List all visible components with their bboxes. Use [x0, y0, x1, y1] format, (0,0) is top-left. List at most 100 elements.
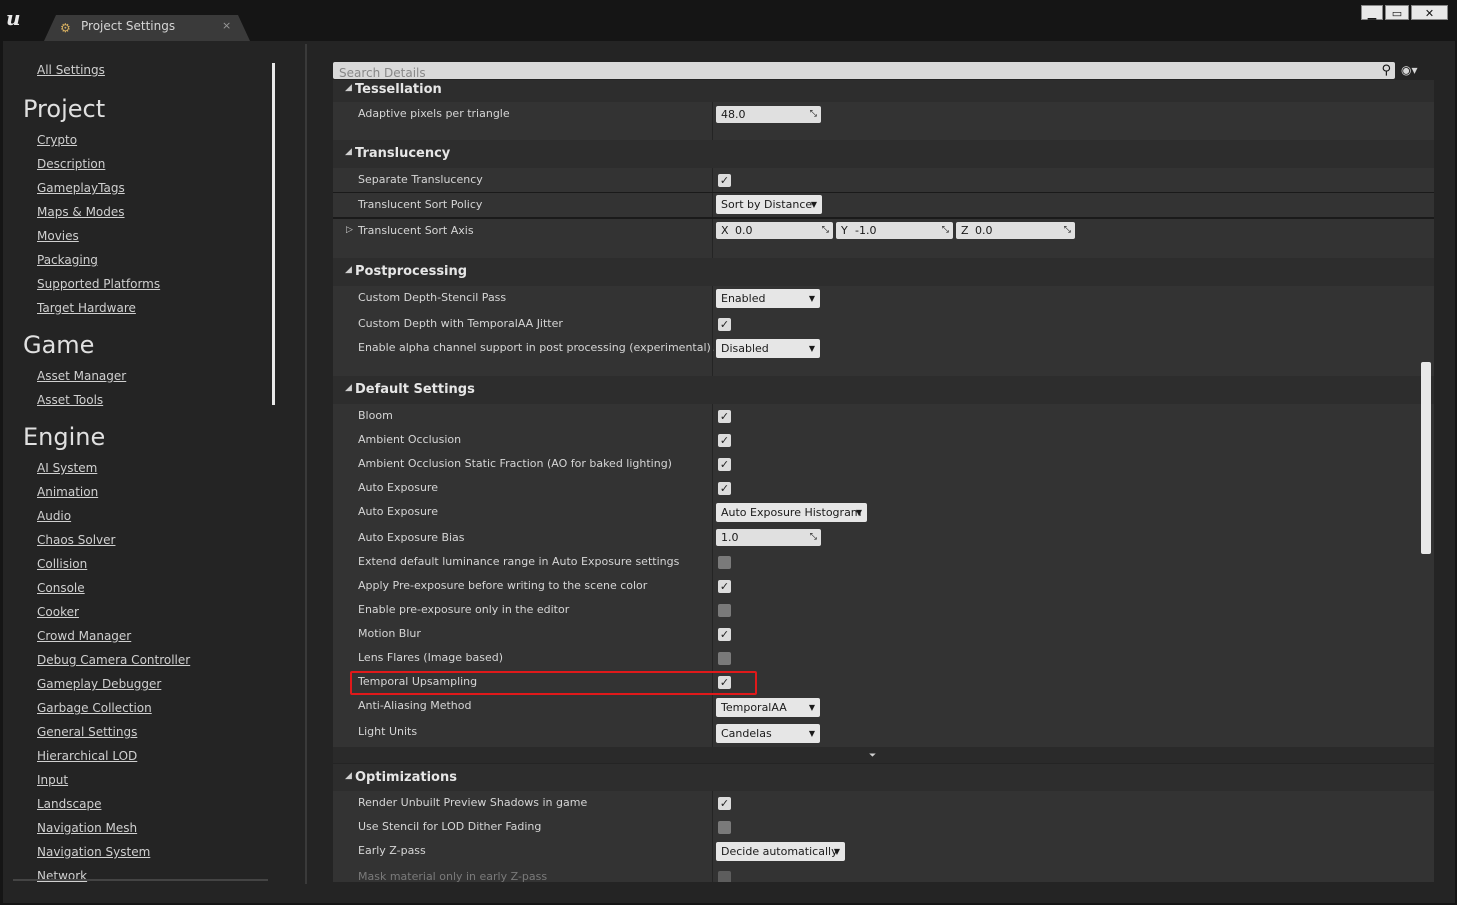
pre-exposure-checkbox[interactable]: ✓: [718, 580, 731, 593]
view-options-eye-icon[interactable]: ◉▾: [1401, 63, 1418, 77]
sidebar-item-gameplaytags[interactable]: GameplayTags: [37, 181, 125, 195]
row-label: Auto Exposure: [358, 505, 438, 518]
custom-depth-stencil-dropdown[interactable]: Enabled ▼: [716, 289, 820, 308]
sidebar-item-asset-manager[interactable]: Asset Manager: [37, 369, 126, 383]
lens-flares-checkbox[interactable]: [718, 652, 731, 665]
row-auto-exposure-method: Auto Exposure Auto Exposure Histogram ▼: [333, 500, 1434, 526]
sidebar-item-asset-tools[interactable]: Asset Tools: [37, 393, 103, 407]
category-translucency[interactable]: ◢ Translucency: [333, 140, 1434, 168]
row-spacer: [333, 362, 1434, 376]
column-divider: [712, 312, 713, 336]
sidebar-item-landscape[interactable]: Landscape: [37, 797, 101, 811]
render-unbuilt-checkbox[interactable]: ✓: [718, 797, 731, 810]
drag-handle-icon[interactable]: ⤡: [942, 222, 949, 239]
column-divider: [712, 550, 713, 574]
category-label: Translucency: [355, 146, 451, 161]
mask-material-checkbox[interactable]: [718, 871, 731, 882]
sidebar-item-supported-platforms[interactable]: Supported Platforms: [37, 277, 160, 291]
sidebar-item-input[interactable]: Input: [37, 773, 68, 787]
sidebar-item-gameplay-debugger[interactable]: Gameplay Debugger: [37, 677, 161, 691]
separate-translucency-checkbox[interactable]: ✓: [718, 174, 731, 187]
sidebar-item-chaos-solver[interactable]: Chaos Solver: [37, 533, 115, 547]
show-advanced-icon[interactable]: ⏷: [869, 751, 876, 761]
stencil-lod-checkbox[interactable]: [718, 821, 731, 834]
ao-static-fraction-checkbox[interactable]: ✓: [718, 458, 731, 471]
sidebar-item-debug-camera-controller[interactable]: Debug Camera Controller: [37, 653, 190, 667]
close-window-button[interactable]: ✕: [1411, 5, 1448, 20]
field-value: 48.0: [721, 108, 746, 121]
translucent-sort-policy-dropdown[interactable]: Sort by Distance ▼: [716, 195, 822, 214]
anti-aliasing-dropdown[interactable]: TemporalAA ▼: [716, 698, 820, 717]
advanced-toggle-row[interactable]: [333, 747, 1434, 763]
sort-axis-z-field[interactable]: Z 0.0 ⤡: [956, 222, 1075, 239]
sidebar-item-console[interactable]: Console: [37, 581, 85, 595]
row-ao-static-fraction: Ambient Occlusion Static Fraction (AO fo…: [333, 452, 1434, 476]
bloom-checkbox[interactable]: ✓: [718, 410, 731, 423]
row-label: Early Z-pass: [358, 844, 426, 857]
drag-handle-icon[interactable]: ⤡: [810, 106, 817, 123]
sidebar-item-collision[interactable]: Collision: [37, 557, 87, 571]
sidebar-item-ai-system[interactable]: AI System: [37, 461, 97, 475]
category-default-settings[interactable]: ◢ Default Settings: [333, 376, 1434, 404]
column-divider: [712, 694, 713, 720]
sidebar-item-crowd-manager[interactable]: Crowd Manager: [37, 629, 131, 643]
motion-blur-checkbox[interactable]: ✓: [718, 628, 731, 641]
drag-handle-icon[interactable]: ⤡: [1064, 222, 1071, 239]
row-translucent-sort-policy: Translucent Sort Policy Sort by Distance…: [333, 193, 1434, 217]
search-input[interactable]: [333, 64, 1373, 82]
auto-exposure-method-dropdown[interactable]: Auto Exposure Histogram ▼: [716, 503, 867, 522]
title-bar: u ⚙ Project Settings × ▁ ▭ ✕: [0, 0, 1457, 41]
sidebar-item-description[interactable]: Description: [37, 157, 105, 171]
row-extend-luminance: Extend default luminance range in Auto E…: [333, 550, 1434, 574]
sidebar-item-garbage-collection[interactable]: Garbage Collection: [37, 701, 152, 715]
adaptive-pixels-field[interactable]: 48.0 ⤡: [716, 106, 821, 123]
sidebar-item-hierarchical-lod[interactable]: Hierarchical LOD: [37, 749, 137, 763]
sidebar-scrollbar[interactable]: [272, 63, 275, 405]
row-label: Auto Exposure Bias: [358, 531, 465, 544]
minimize-button[interactable]: ▁: [1361, 5, 1383, 20]
expand-arrow-icon[interactable]: ▷: [346, 225, 353, 235]
auto-exposure-checkbox[interactable]: ✓: [718, 482, 731, 495]
pre-exposure-editor-checkbox[interactable]: [718, 604, 731, 617]
sidebar-item-all-settings[interactable]: All Settings: [37, 63, 105, 77]
category-optimizations[interactable]: ◢ Optimizations: [333, 764, 1434, 792]
panel-splitter[interactable]: [305, 44, 307, 884]
sidebar-item-movies[interactable]: Movies: [37, 229, 79, 243]
sidebar-item-maps-modes[interactable]: Maps & Modes: [37, 205, 125, 219]
sidebar-item-animation[interactable]: Animation: [37, 485, 98, 499]
sidebar-item-target-hardware[interactable]: Target Hardware: [37, 301, 136, 315]
sidebar-item-packaging[interactable]: Packaging: [37, 253, 98, 267]
sidebar-item-crypto[interactable]: Crypto: [37, 133, 77, 147]
column-divider: [712, 720, 713, 747]
row-label: Translucent Sort Policy: [358, 198, 483, 211]
extend-luminance-checkbox[interactable]: [718, 556, 731, 569]
drag-handle-icon[interactable]: ⤡: [822, 222, 829, 239]
sidebar-item-navigation-mesh[interactable]: Navigation Mesh: [37, 821, 137, 835]
early-zpass-dropdown[interactable]: Decide automatically ▼: [716, 842, 845, 861]
category-tessellation[interactable]: ◢ Tessellation: [333, 80, 1434, 104]
ambient-occlusion-checkbox[interactable]: ✓: [718, 434, 731, 447]
row-label: Bloom: [358, 409, 393, 422]
light-units-dropdown[interactable]: Candelas ▼: [716, 724, 820, 743]
drag-handle-icon[interactable]: ⤡: [810, 529, 817, 546]
sidebar-item-general-settings[interactable]: General Settings: [37, 725, 137, 739]
row-auto-exposure: Auto Exposure ✓: [333, 476, 1434, 500]
maximize-button[interactable]: ▭: [1385, 5, 1409, 20]
sidebar-item-navigation-system[interactable]: Navigation System: [37, 845, 150, 859]
tab-close-icon[interactable]: ×: [222, 19, 231, 32]
search-icon[interactable]: ⚲: [1381, 62, 1391, 79]
category-postprocessing[interactable]: ◢ Postprocessing: [333, 258, 1434, 286]
row-label: Separate Translucency: [358, 173, 483, 186]
sidebar-item-cooker[interactable]: Cooker: [37, 605, 79, 619]
column-divider: [712, 452, 713, 476]
custom-depth-taa-checkbox[interactable]: ✓: [718, 318, 731, 331]
details-scrollbar[interactable]: [1421, 362, 1431, 554]
auto-exposure-bias-field[interactable]: 1.0 ⤡: [716, 529, 821, 546]
sidebar-item-audio[interactable]: Audio: [37, 509, 71, 523]
sort-axis-x-field[interactable]: X 0.0 ⤡: [716, 222, 833, 239]
tab-project-settings[interactable]: ⚙ Project Settings ×: [44, 15, 250, 41]
column-divider: [712, 791, 713, 815]
sort-axis-y-field[interactable]: Y -1.0 ⤡: [836, 222, 953, 239]
column-divider: [712, 500, 713, 526]
alpha-channel-dropdown[interactable]: Disabled ▼: [716, 339, 820, 358]
